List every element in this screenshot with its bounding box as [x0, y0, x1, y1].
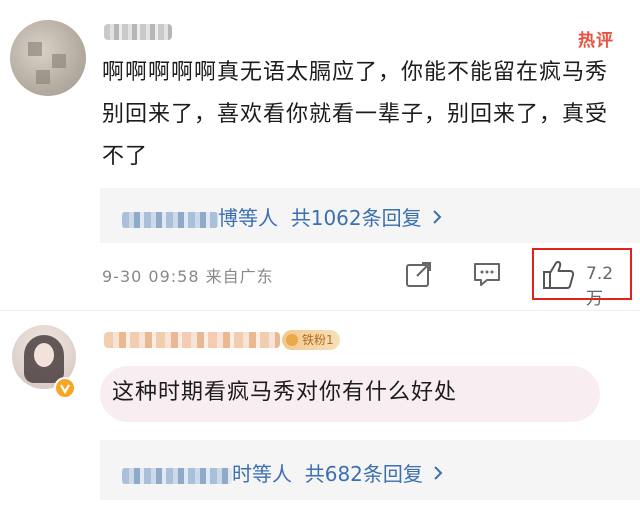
- reply-summary[interactable]: 时等人 共682条回复: [100, 440, 640, 500]
- chevron-right-icon: [432, 206, 442, 230]
- avatar[interactable]: [10, 20, 86, 96]
- comment-text: 这种时期看疯马秀对你有什么好处: [112, 380, 458, 405]
- reply-summary-link[interactable]: 时等人 共682条回复: [122, 458, 443, 487]
- reply-users-suffix: 时等人: [232, 462, 292, 486]
- share-button[interactable]: [403, 258, 435, 290]
- hot-comment-label: 热评: [578, 31, 614, 51]
- divider: [0, 310, 640, 311]
- comment-meta: 9-30 09:58 来自广东: [102, 267, 274, 286]
- reply-count: 共1062条回复: [290, 206, 422, 230]
- chevron-right-icon: [433, 462, 443, 486]
- comment-icon: [474, 263, 500, 286]
- reply-summary[interactable]: 博等人 共1062条回复: [100, 188, 640, 243]
- comment-text: 啊啊啊啊啊真无语太膈应了，你能不能留在疯马秀别回来了，喜欢看你就看一辈子，别回来…: [102, 60, 609, 169]
- comment-button[interactable]: [471, 258, 503, 290]
- reply-users-blurred: [122, 467, 232, 484]
- username-blurred[interactable]: [104, 24, 172, 40]
- username-blurred[interactable]: [104, 332, 280, 348]
- like-count: 7.2万: [586, 264, 614, 309]
- reply-users-suffix: 博等人: [218, 206, 278, 230]
- share-icon: [406, 262, 431, 287]
- verified-v-icon: [54, 377, 76, 399]
- like-button[interactable]: 7.2万: [532, 248, 632, 309]
- fan-badge: 铁粉1: [282, 330, 340, 350]
- reply-users-blurred: [122, 211, 218, 228]
- reply-summary-link[interactable]: 博等人 共1062条回复: [122, 202, 442, 231]
- thumbs-up-icon: [543, 261, 575, 289]
- reply-count: 共682条回复: [304, 462, 423, 486]
